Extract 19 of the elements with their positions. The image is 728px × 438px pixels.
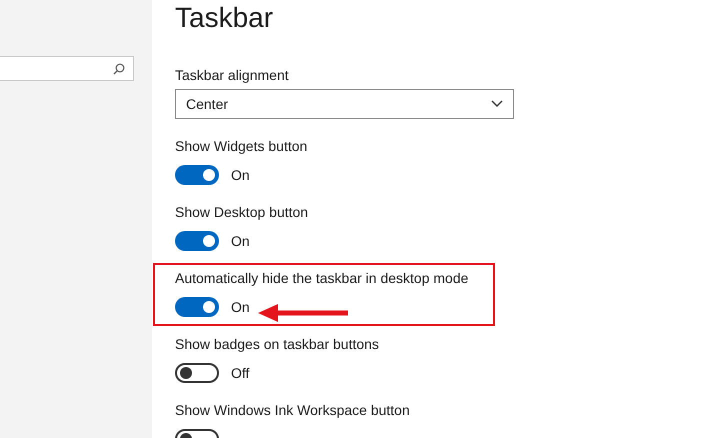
toggle-state-text: On [231, 232, 250, 251]
toggle-switch[interactable] [175, 363, 219, 383]
page-title: Taskbar [175, 1, 274, 35]
setting-label: Show Widgets button [175, 137, 308, 156]
toggle-switch[interactable] [175, 231, 219, 251]
toggle-switch[interactable] [175, 297, 219, 317]
chevron-down-icon [491, 100, 503, 108]
toggle-state-text: On [231, 166, 250, 185]
search-icon [113, 62, 125, 74]
toggle-state-text: On [231, 298, 250, 317]
toggle-switch[interactable] [175, 165, 219, 185]
search-field[interactable] [0, 56, 134, 81]
alignment-dropdown[interactable]: Center [175, 89, 514, 119]
setting-label: Automatically hide the taskbar in desktop mode [175, 269, 470, 288]
setting-label: Show Windows Ink Workspace button [175, 401, 411, 420]
toggle-state-text: Off [231, 364, 250, 383]
setting-label: Show badges on taskbar buttons [175, 335, 380, 354]
setting-label: Show Desktop button [175, 203, 310, 222]
setting-label: Taskbar alignment [175, 66, 290, 85]
